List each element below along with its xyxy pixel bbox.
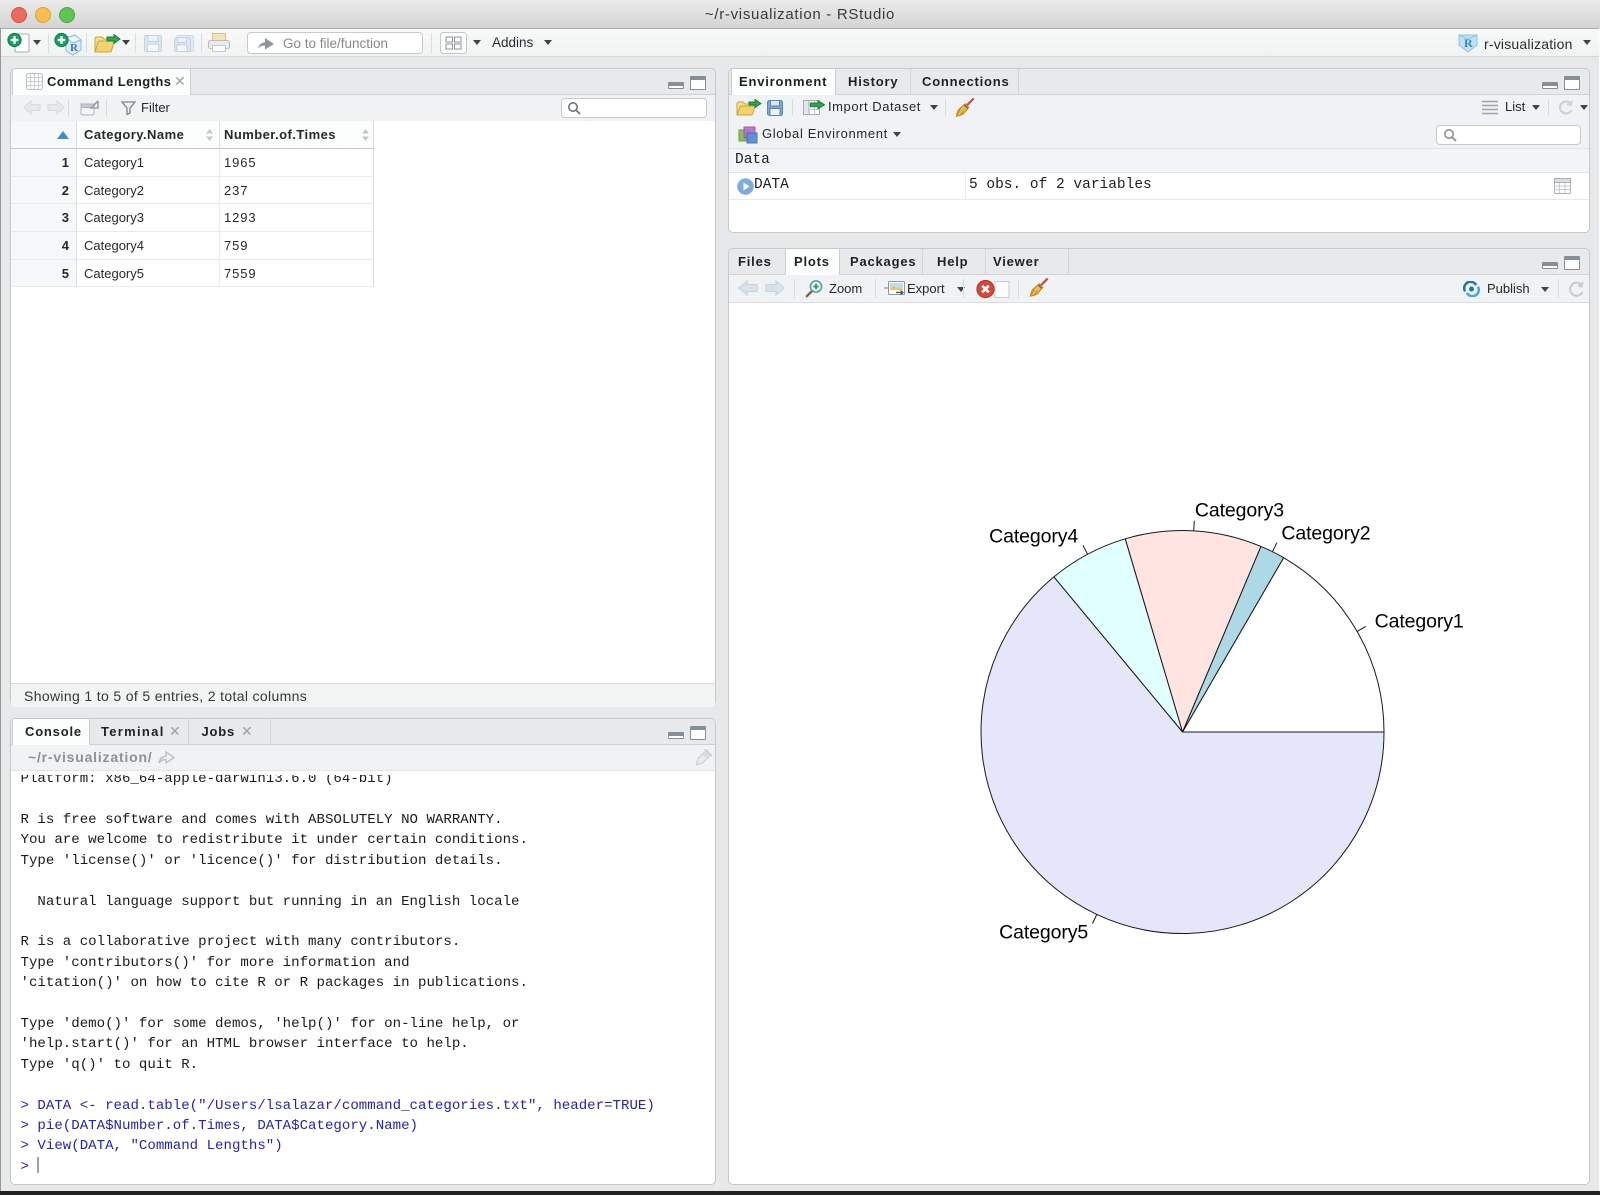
svg-text:Category5: Category5 bbox=[999, 922, 1088, 944]
svg-text:Category4: Category4 bbox=[989, 526, 1078, 548]
svg-text:R: R bbox=[1464, 36, 1473, 50]
svg-text:Category2: Category2 bbox=[1281, 523, 1370, 545]
svg-text:R: R bbox=[70, 42, 79, 54]
svg-text:Category3: Category3 bbox=[1195, 500, 1284, 522]
svg-text:Category1: Category1 bbox=[1375, 610, 1464, 632]
